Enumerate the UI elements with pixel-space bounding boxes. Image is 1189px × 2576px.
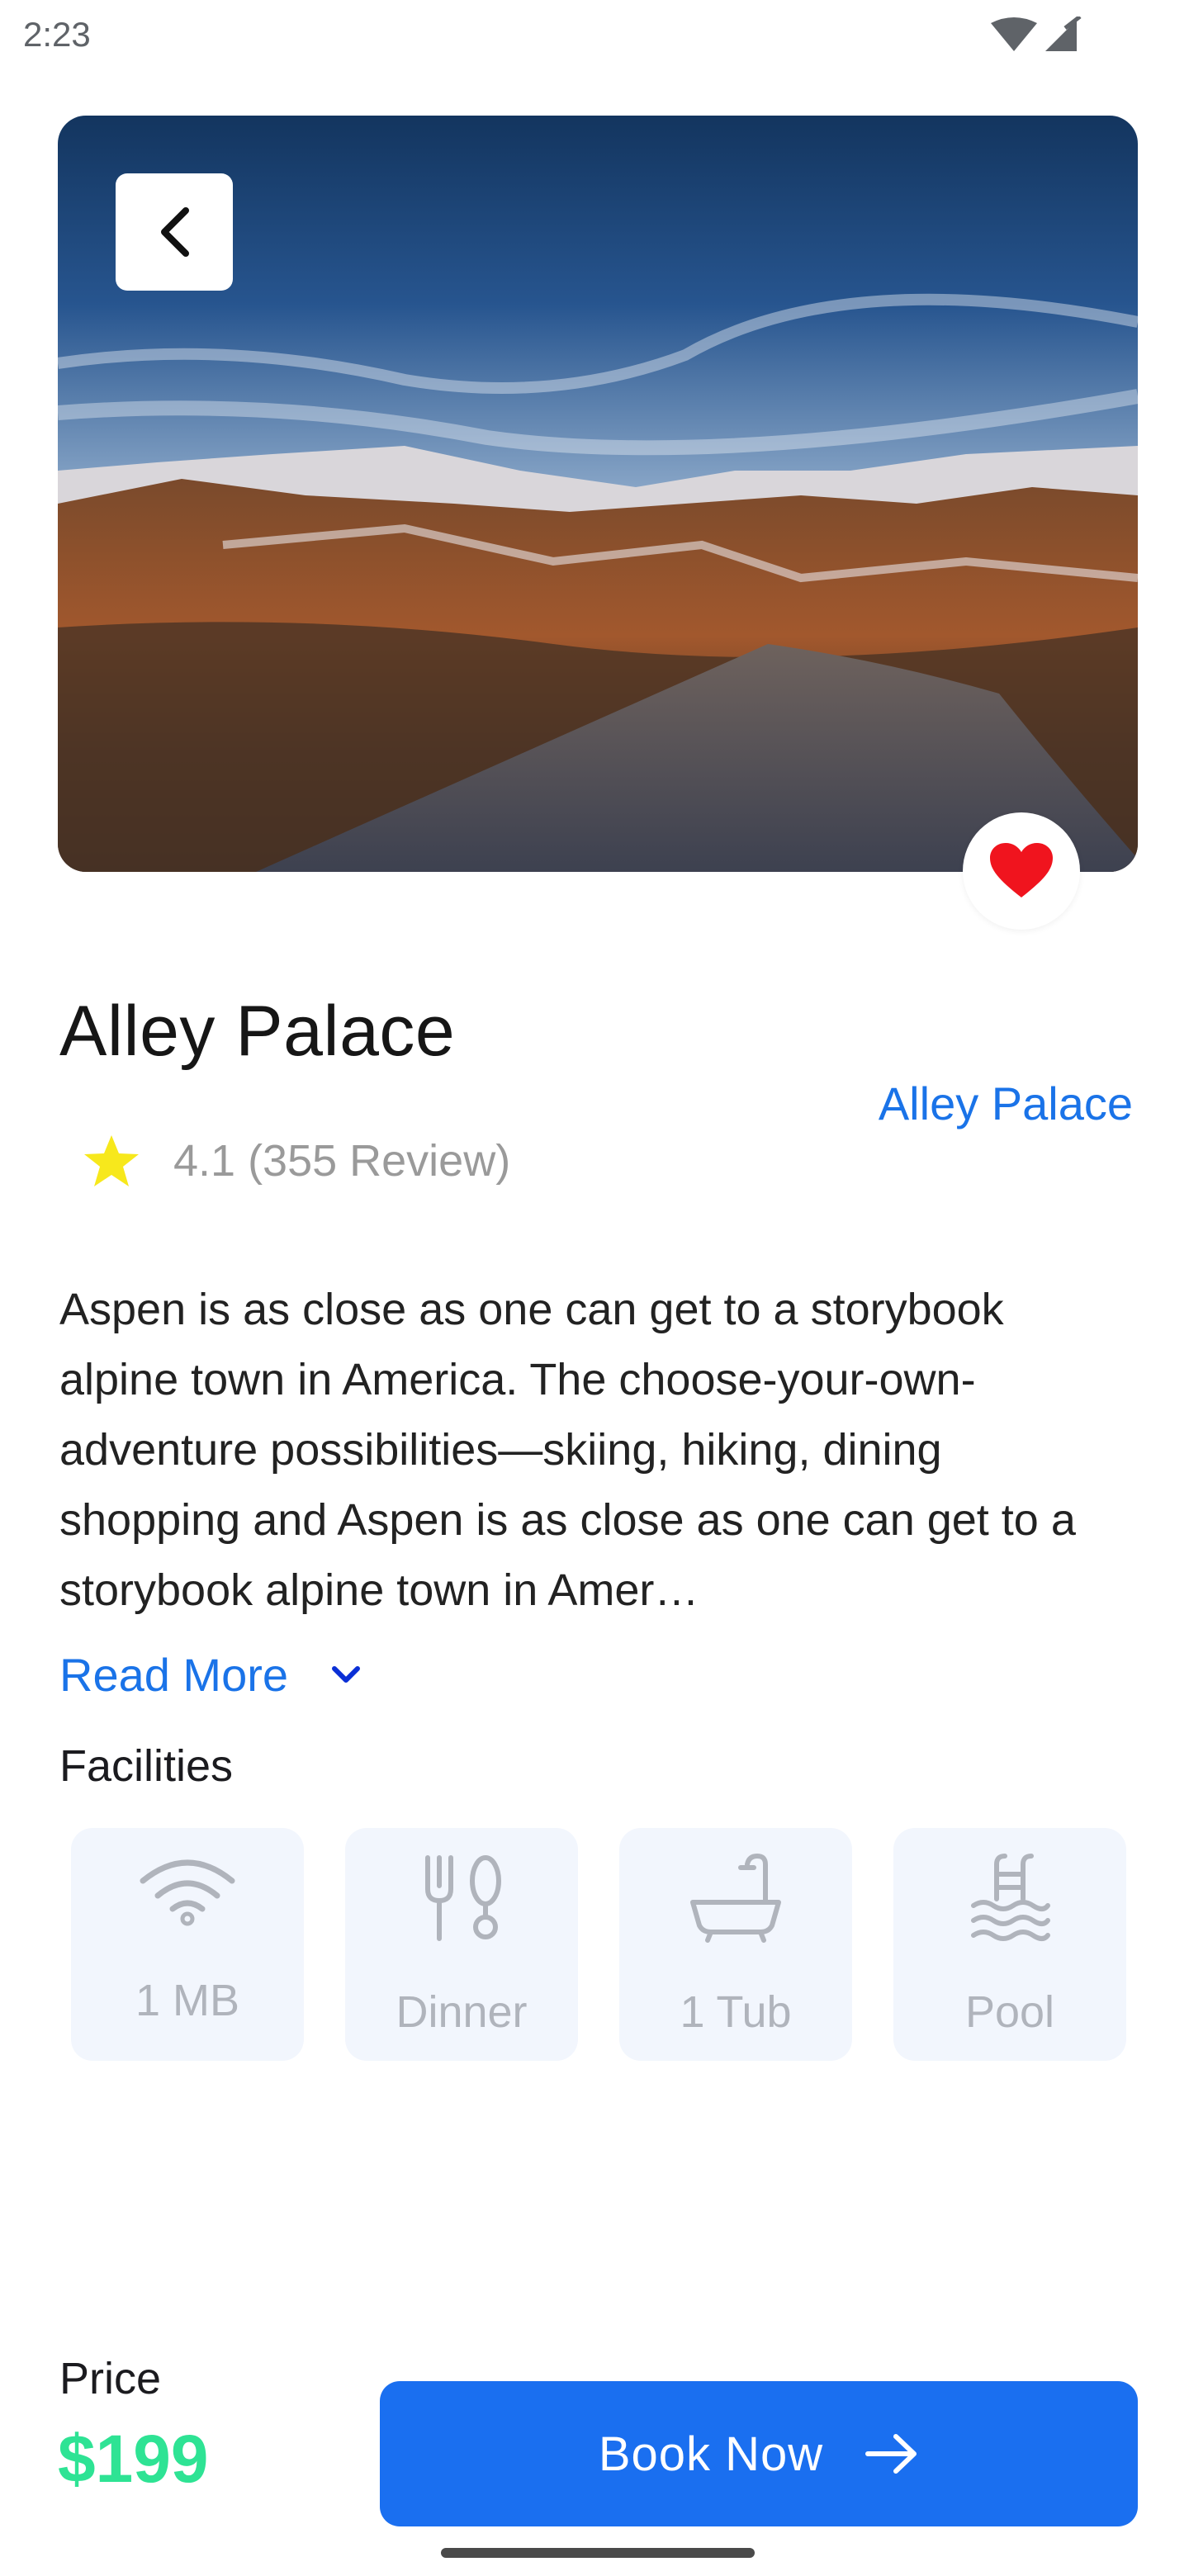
facility-label: 1 Tub: [680, 1987, 792, 2037]
location-link[interactable]: Alley Palace: [879, 1077, 1133, 1130]
facility-dinner[interactable]: Dinner: [345, 1828, 578, 2061]
wifi-icon: [140, 1859, 235, 1926]
book-now-label: Book Now: [598, 2427, 824, 2481]
facility-label: 1 MB: [135, 1976, 240, 2025]
favorite-button[interactable]: [963, 812, 1080, 930]
dinner-icon: [425, 1855, 501, 1941]
bathtub-icon: [690, 1853, 781, 1943]
read-more-label: Read More: [59, 1649, 289, 1701]
heart-icon: [990, 843, 1053, 897]
back-button[interactable]: [116, 173, 233, 291]
facilities-heading: Facilities: [59, 1741, 234, 1791]
facility-label: Pool: [964, 1987, 1055, 2037]
rating-text: 4.1 (355 Review): [173, 1136, 511, 1186]
read-more-button[interactable]: Read More: [59, 1648, 361, 1702]
home-indicator: [441, 2548, 755, 2558]
facility-tub[interactable]: 1 Tub: [619, 1828, 852, 2061]
description-text: Aspen is as close as one can get to a st…: [59, 1285, 1076, 1615]
chevron-left-icon: [161, 207, 189, 257]
book-now-button[interactable]: Book Now: [380, 2381, 1138, 2526]
chevron-down-icon: [332, 1665, 361, 1683]
facility-pool[interactable]: Pool: [893, 1828, 1126, 2061]
status-time: 2:23: [23, 15, 91, 54]
price-label: Price: [59, 2354, 162, 2403]
facility-label: Dinner: [396, 1987, 528, 2037]
star-icon: [84, 1135, 139, 1186]
arrow-right-icon: [865, 2434, 917, 2474]
facility-wifi[interactable]: 1 MB: [71, 1828, 304, 2061]
pool-icon: [971, 1854, 1050, 1941]
signal-icons: [991, 17, 1082, 51]
status-bar: 2:23: [0, 0, 1189, 73]
rating-row: 4.1 (355 Review): [83, 1128, 510, 1194]
price-value: $199: [58, 2422, 209, 2497]
hotel-title: Alley Palace: [59, 992, 456, 1071]
facilities-list: 1 MB Dinner 1 Tub Pool: [71, 1828, 1126, 2061]
wifi-status-icon: [991, 17, 1037, 51]
